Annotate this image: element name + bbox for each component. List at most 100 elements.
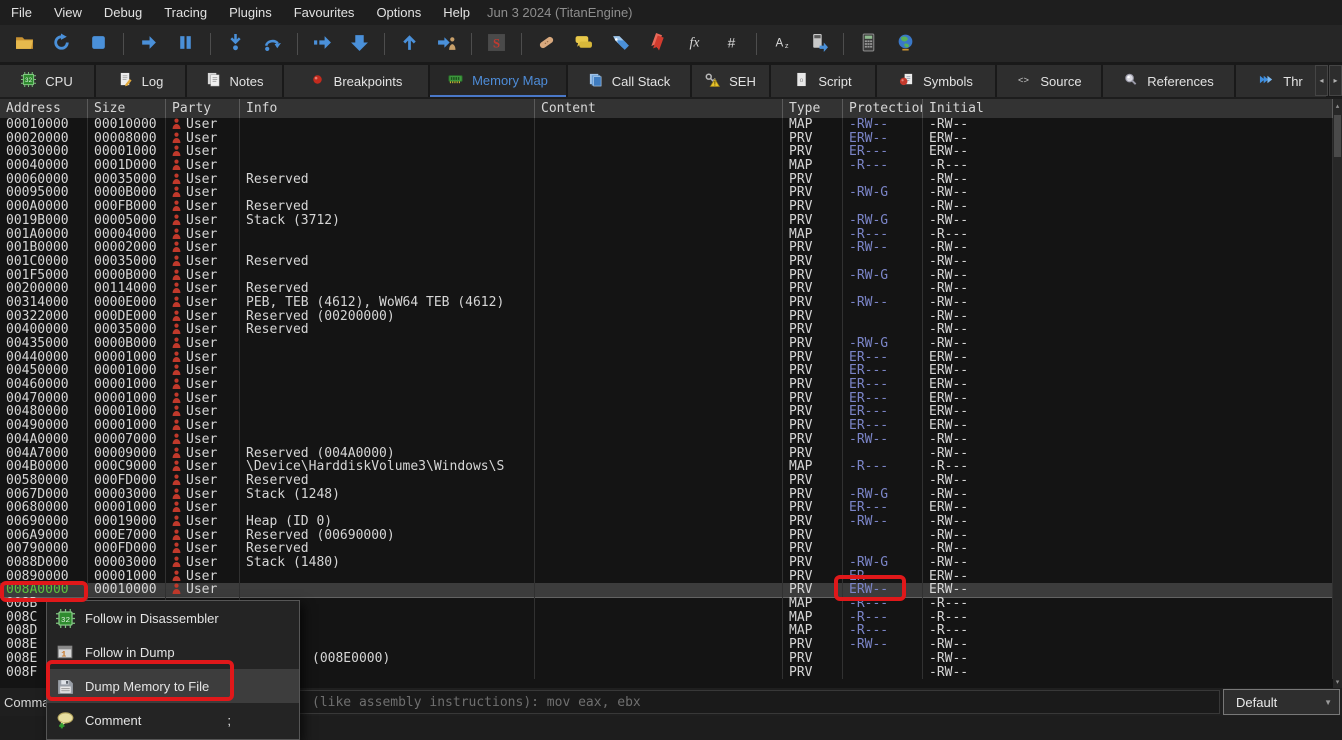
step-over-button[interactable]	[254, 30, 291, 58]
table-row[interactable]: 0002000000008000UserPRVERW--ERW--	[0, 132, 1333, 146]
menu-item-dump-memory-to-file[interactable]: Dump Memory to File	[47, 669, 299, 703]
table-row[interactable]: 00580000000FD000UserReservedPRV-RW--	[0, 474, 1333, 488]
table-row[interactable]: 0048000000001000UserPRVER---ERW--	[0, 405, 1333, 419]
menu-item-follow-in-disassembler[interactable]: 32Follow in Disassembler	[47, 601, 299, 635]
menu-favourites[interactable]: Favourites	[283, 5, 366, 20]
calculator-export-button[interactable]	[800, 30, 837, 58]
table-row[interactable]: 0068000000001000UserPRVER---ERW--	[0, 501, 1333, 515]
tab-seh[interactable]: !SEH	[692, 65, 769, 97]
profile-dropdown[interactable]: Default ▼	[1223, 689, 1340, 715]
table-row[interactable]: 004B0000000C9000User\Device\HarddiskVolu…	[0, 460, 1333, 474]
user-person-icon	[172, 323, 181, 334]
tab-script[interactable]: oScript	[771, 65, 875, 97]
labels-button[interactable]	[602, 30, 639, 58]
column-header-size[interactable]: Size	[88, 99, 166, 118]
table-row[interactable]: 003140000000E000UserPEB, TEB (4612), WoW…	[0, 296, 1333, 310]
table-row[interactable]: 004A700000009000UserReserved (004A0000)P…	[0, 447, 1333, 461]
execute-till-return-button[interactable]	[341, 30, 378, 58]
menu-options[interactable]: Options	[365, 5, 432, 20]
tab-call-stack[interactable]: Call Stack	[568, 65, 690, 97]
menu-help[interactable]: Help	[432, 5, 481, 20]
bookmarks-button[interactable]	[639, 30, 676, 58]
menu-item-follow-in-dump[interactable]: 1Follow in Dump	[47, 635, 299, 669]
run-button[interactable]	[130, 30, 167, 58]
table-row[interactable]: 0001000000010000UserMAP-RW---RW--	[0, 118, 1333, 132]
menu-file[interactable]: File	[0, 5, 43, 20]
tab-thr[interactable]: Thr	[1236, 65, 1326, 97]
step-into-button[interactable]	[217, 30, 254, 58]
table-row[interactable]: 0019B00000005000UserStack (3712)PRV-RW-G…	[0, 214, 1333, 228]
comments-button[interactable]	[565, 30, 602, 58]
hash-button[interactable]: #	[713, 30, 750, 58]
step-out-button[interactable]	[391, 30, 428, 58]
table-row[interactable]: 0040000000035000UserReservedPRV-RW--	[0, 323, 1333, 337]
menu-debug[interactable]: Debug	[93, 5, 153, 20]
column-header-address[interactable]: Address	[0, 99, 88, 118]
table-row[interactable]: 008A000000010000UserPRVERW--ERW--	[0, 583, 1333, 597]
tab-scroll-left-button[interactable]: ◂	[1315, 65, 1328, 96]
column-header-info[interactable]: Info	[240, 99, 535, 118]
table-row[interactable]: 0047000000001000UserPRVER---ERW--	[0, 392, 1333, 406]
table-row[interactable]: 0006000000035000UserReservedPRV-RW--	[0, 173, 1333, 187]
cell-initial: -RW--	[923, 255, 1333, 269]
table-row[interactable]: 001A000000004000UserMAP-R----R---	[0, 228, 1333, 242]
menu-view[interactable]: View	[43, 5, 93, 20]
case-az-button[interactable]: Az	[763, 30, 800, 58]
table-row[interactable]: 006A9000000E7000UserReserved (00690000)P…	[0, 529, 1333, 543]
run-to-cursor-button[interactable]	[304, 30, 341, 58]
functions-fx-button[interactable]: fx	[676, 30, 713, 58]
table-row[interactable]: 001B000000002000UserPRV-RW---RW--	[0, 241, 1333, 255]
scroll-up-icon[interactable]: ▴	[1333, 99, 1342, 112]
tab-scroll-right-button[interactable]: ▸	[1329, 65, 1342, 96]
open-folder-button[interactable]	[6, 30, 43, 58]
table-row[interactable]: 0067D00000003000UserStack (1248)PRV-RW-G…	[0, 488, 1333, 502]
menu-tracing[interactable]: Tracing	[153, 5, 218, 20]
scroll-down-icon[interactable]: ▾	[1333, 675, 1342, 688]
vertical-scrollbar[interactable]: ▴ ▾	[1333, 99, 1342, 688]
tab-log[interactable]: Log	[96, 65, 185, 97]
calculator-button[interactable]	[850, 30, 887, 58]
column-header-initial[interactable]: Initial	[923, 99, 1333, 118]
table-row[interactable]: 00322000000DE000UserReserved (00200000)P…	[0, 310, 1333, 324]
run-to-user-code-button[interactable]	[428, 30, 465, 58]
cell-type: MAP	[783, 460, 843, 474]
table-row[interactable]: 000950000000B000UserPRV-RW-G-RW--	[0, 186, 1333, 200]
scrollbar-thumb[interactable]	[1334, 115, 1341, 157]
tab-source[interactable]: <>Source	[997, 65, 1101, 97]
table-row[interactable]: 001F50000000B000UserPRV-RW-G-RW--	[0, 269, 1333, 283]
table-row[interactable]: 001C000000035000UserReservedPRV-RW--	[0, 255, 1333, 269]
table-row[interactable]: 000400000001D000UserMAP-R----R---	[0, 159, 1333, 173]
tab-cpu[interactable]: 32CPU	[0, 65, 94, 97]
column-header-content[interactable]: Content	[535, 99, 783, 118]
tab-notes[interactable]: Notes	[187, 65, 282, 97]
table-row[interactable]: 0089000000001000UserPRVER---ERW--	[0, 570, 1333, 584]
patch-button[interactable]	[528, 30, 565, 58]
table-row[interactable]: 0020000000114000UserReservedPRV-RW--	[0, 282, 1333, 296]
tab-breakpoints[interactable]: Breakpoints	[284, 65, 428, 97]
table-row[interactable]: 0069000000019000UserHeap (ID 0)PRV-RW---…	[0, 515, 1333, 529]
source-s-button[interactable]: S	[478, 30, 515, 58]
restart-button[interactable]	[43, 30, 80, 58]
tab-references[interactable]: References	[1103, 65, 1234, 97]
table-row[interactable]: 0003000000001000UserPRVER---ERW--	[0, 145, 1333, 159]
table-row[interactable]: 0044000000001000UserPRVER---ERW--	[0, 351, 1333, 365]
menu-plugins[interactable]: Plugins	[218, 5, 283, 20]
internet-globe-button[interactable]	[887, 30, 924, 58]
cell-protection: -RW-G	[843, 337, 923, 351]
menu-item-comment[interactable]: Comment;	[47, 703, 299, 737]
table-row[interactable]: 0046000000001000UserPRVER---ERW--	[0, 378, 1333, 392]
tab-memory-map[interactable]: Memory Map	[430, 65, 566, 97]
table-row[interactable]: 004350000000B000UserPRV-RW-G-RW--	[0, 337, 1333, 351]
column-header-party[interactable]: Party	[166, 99, 240, 118]
table-row[interactable]: 000A0000000FB000UserReservedPRV-RW--	[0, 200, 1333, 214]
column-header-protection[interactable]: Protection	[843, 99, 923, 118]
table-row[interactable]: 004A000000007000UserPRV-RW---RW--	[0, 433, 1333, 447]
stop-button[interactable]	[80, 30, 117, 58]
tab-symbols[interactable]: Symbols	[877, 65, 995, 97]
table-row[interactable]: 0045000000001000UserPRVER---ERW--	[0, 364, 1333, 378]
table-row[interactable]: 0049000000001000UserPRVER---ERW--	[0, 419, 1333, 433]
column-header-type[interactable]: Type	[783, 99, 843, 118]
table-row[interactable]: 0088D00000003000UserStack (1480)PRV-RW-G…	[0, 556, 1333, 570]
pause-button[interactable]	[167, 30, 204, 58]
table-row[interactable]: 00790000000FD000UserReservedPRV-RW--	[0, 542, 1333, 556]
